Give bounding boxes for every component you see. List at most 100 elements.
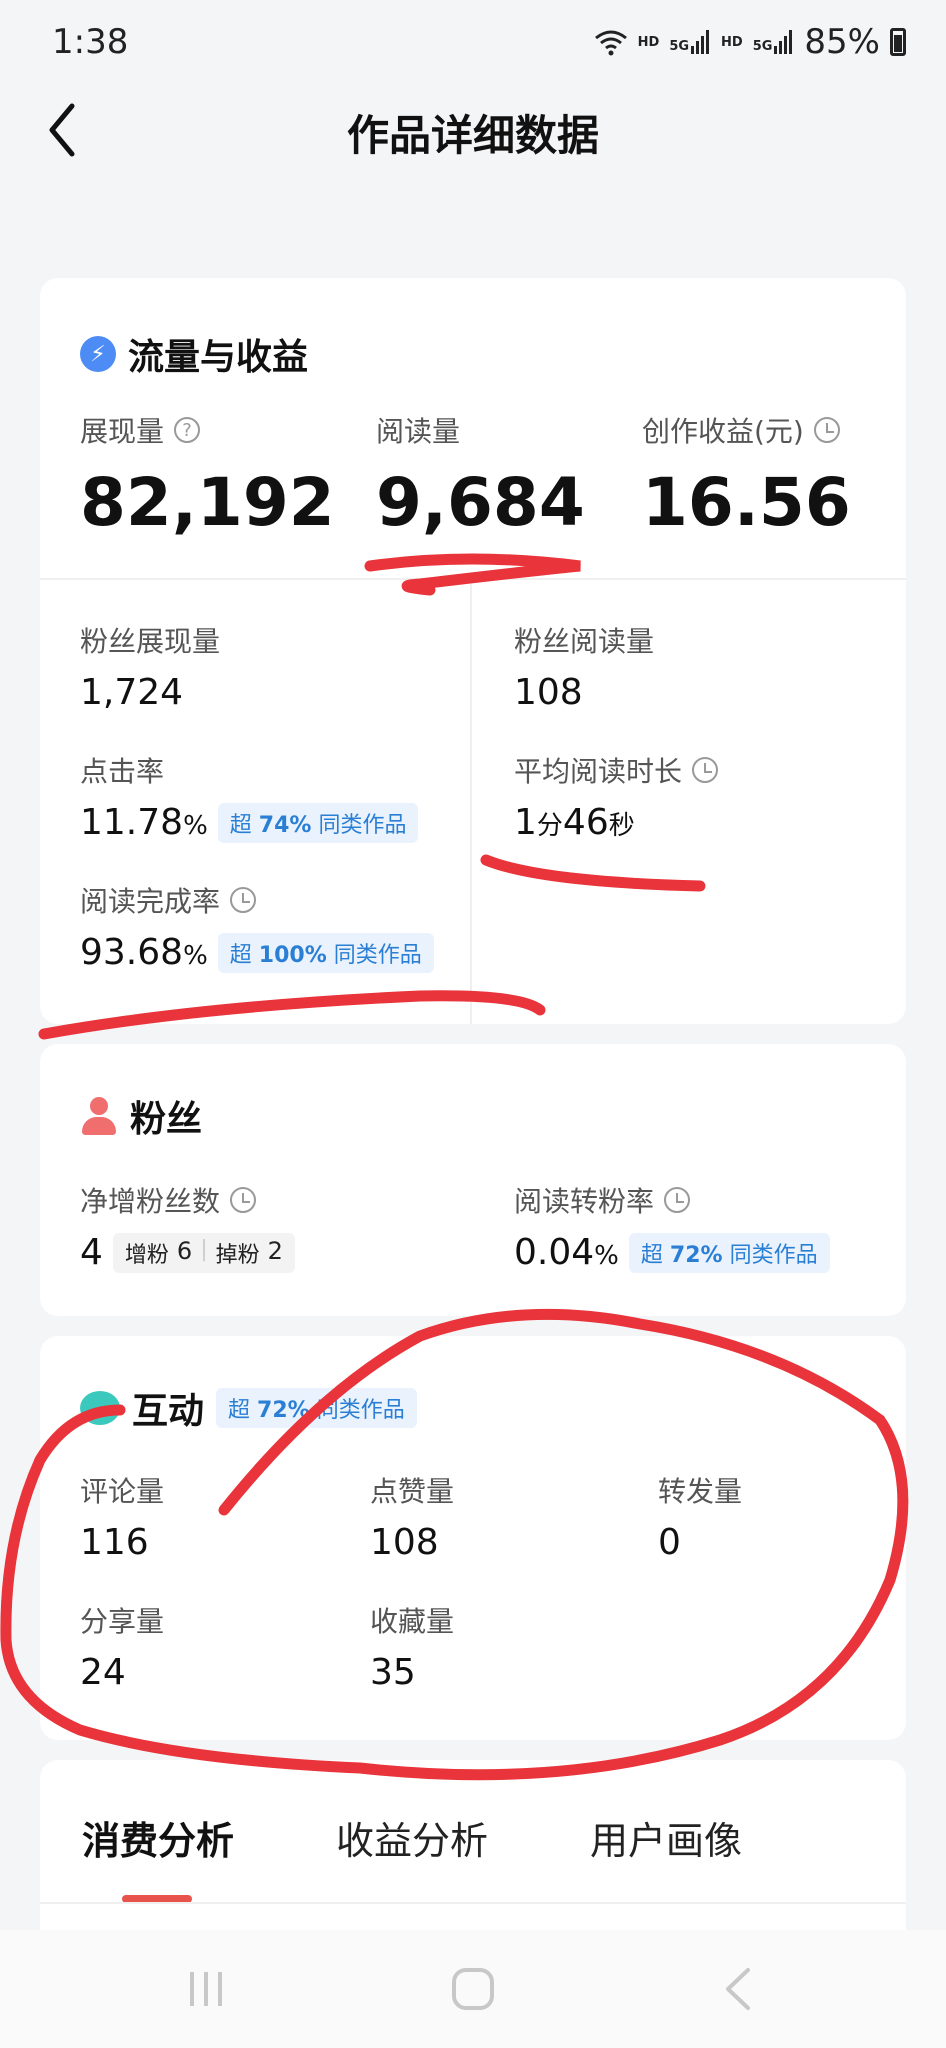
net-fans-stat[interactable]: 净增粉丝数 4 增粉 6 | 掉粉 2	[80, 1180, 295, 1273]
tab-revenue-analysis[interactable]: 收益分析	[336, 1810, 488, 1865]
badge-suffix: 同类作品	[729, 1242, 818, 1268]
read-to-fan-unit: %	[594, 1241, 619, 1271]
completion-stat[interactable]: 阅读完成率 93.68% 超 100% 同类作品	[80, 880, 434, 973]
badge-prefix: 超	[228, 1398, 251, 1423]
battery-percent: 85%	[804, 22, 880, 62]
badge-prefix: 超	[640, 1242, 663, 1268]
badge-prefix: 超	[229, 942, 252, 968]
header: 作品详细数据	[0, 90, 946, 170]
clock-icon[interactable]	[230, 1187, 257, 1213]
revenue-stat[interactable]: 创作收益(元) 16.56	[642, 410, 851, 541]
nav-back-icon[interactable]	[716, 1964, 766, 2014]
badge-suffix: 同类作品	[333, 942, 422, 968]
comments-stat[interactable]: 评论量 116	[80, 1470, 164, 1563]
comments-value: 116	[80, 1522, 149, 1563]
impressions-value: 82,192	[80, 464, 335, 541]
reads-stat[interactable]: 阅读量 9,684	[376, 410, 585, 541]
fan-impressions-stat[interactable]: 粉丝展现量 1,724	[80, 620, 220, 713]
favorites-stat[interactable]: 收藏量 35	[370, 1600, 454, 1693]
recent-apps-icon[interactable]	[182, 1964, 232, 2014]
revenue-value: 16.56	[642, 464, 851, 541]
tab-consumption-analysis[interactable]: 消费分析	[82, 1810, 234, 1865]
network-hd-1: HD	[637, 34, 660, 50]
avg-read-sec: 46	[562, 802, 609, 843]
person-icon	[80, 1097, 118, 1135]
chat-bubble-icon	[80, 1391, 120, 1425]
gain-value: 6	[176, 1236, 193, 1265]
fans-title-text: 粉丝	[130, 1099, 203, 1140]
loss-label: 掉粉	[215, 1242, 260, 1268]
impressions-stat[interactable]: 展现量? 82,192	[80, 410, 335, 541]
analysis-tabs: 消费分析 收益分析 用户画像	[40, 1760, 906, 1930]
reposts-label: 转发量	[658, 1475, 743, 1508]
reads-label: 阅读量	[376, 415, 461, 448]
help-icon[interactable]: ?	[174, 417, 201, 443]
clock-icon[interactable]	[692, 757, 719, 783]
read-to-fan-stat[interactable]: 阅读转粉率 0.04% 超 72% 同类作品	[514, 1180, 830, 1273]
lightning-icon: ⚡	[80, 336, 116, 372]
net-fans-label: 净增粉丝数	[80, 1185, 221, 1218]
signal-icon	[774, 30, 793, 54]
gain-loss-box: 增粉 6 | 掉粉 2	[112, 1232, 295, 1273]
traffic-card: ⚡ 流量与收益 展现量? 82,192 阅读量 9,684 创作收益(元) 16…	[40, 278, 906, 1024]
fans-section-title: 粉丝	[80, 1090, 202, 1142]
divider	[40, 578, 906, 580]
badge-suffix: 同类作品	[318, 812, 407, 838]
interaction-badge: 超 72% 同类作品	[216, 1388, 417, 1428]
status-bar: 1:38 HD 5G HD 5G 85%	[0, 0, 946, 90]
fans-card: 粉丝 净增粉丝数 4 增粉 6 | 掉粉 2 阅读转粉率 0.04% 超 72% 同…	[40, 1044, 906, 1316]
badge-suffix: 同类作品	[316, 1398, 405, 1423]
shares-label: 分享量	[80, 1605, 165, 1638]
ctr-badge: 超 74% 同类作品	[217, 802, 419, 843]
home-icon[interactable]	[448, 1964, 498, 2014]
fan-reads-stat[interactable]: 粉丝阅读量 108	[514, 620, 654, 713]
likes-stat[interactable]: 点赞量 108	[370, 1470, 454, 1563]
clock-icon[interactable]	[813, 417, 840, 443]
gain-label: 增粉	[124, 1242, 169, 1268]
badge-pct: 74%	[258, 812, 312, 838]
sec-unit: 秒	[608, 811, 635, 841]
likes-value: 108	[370, 1522, 439, 1563]
likes-label: 点赞量	[370, 1475, 455, 1508]
clock-icon[interactable]	[230, 887, 257, 913]
ctr-unit: %	[183, 811, 208, 841]
reads-value: 9,684	[376, 464, 585, 541]
completion-unit: %	[183, 941, 208, 971]
status-time: 1:38	[52, 22, 129, 62]
reposts-stat[interactable]: 转发量 0	[658, 1470, 742, 1563]
divider	[40, 1902, 906, 1904]
impressions-label: 展现量	[80, 415, 165, 448]
read-to-fan-badge: 超 72% 同类作品	[628, 1232, 830, 1273]
favorites-value: 35	[370, 1652, 416, 1693]
clock-icon[interactable]	[664, 1187, 691, 1213]
interaction-section-title: 互动 超 72% 同类作品	[80, 1382, 417, 1434]
shares-stat[interactable]: 分享量 24	[80, 1600, 164, 1693]
page-title: 作品详细数据	[346, 111, 599, 160]
divider	[470, 580, 472, 1024]
revenue-label: 创作收益(元)	[642, 415, 804, 448]
fan-impressions-label: 粉丝展现量	[80, 625, 221, 658]
loss-value: 2	[267, 1236, 283, 1265]
reposts-value: 0	[658, 1522, 681, 1563]
status-icons: HD 5G HD 5G 85%	[594, 22, 906, 62]
network-5g-2: 5G	[752, 39, 773, 54]
network-hd-2: HD	[721, 34, 743, 50]
ctr-stat[interactable]: 点击率 11.78% 超 74% 同类作品	[80, 750, 419, 843]
tab-user-profile[interactable]: 用户画像	[590, 1810, 742, 1865]
signal-icon	[691, 30, 710, 54]
fan-impressions-value: 1,724	[80, 672, 184, 713]
min-unit: 分	[536, 811, 563, 841]
badge-pct: 100%	[258, 942, 327, 968]
interaction-card: 互动 超 72% 同类作品 评论量 116 点赞量 108 转发量 0 分享量 …	[40, 1336, 906, 1740]
avg-read-time-stat[interactable]: 平均阅读时长 1分46秒	[514, 750, 719, 843]
read-to-fan-label: 阅读转粉率	[514, 1185, 655, 1218]
system-nav-bar	[0, 1930, 946, 2048]
completion-badge: 超 100% 同类作品	[217, 932, 434, 973]
avg-read-min: 1	[514, 802, 537, 843]
badge-pct: 72%	[257, 1398, 310, 1423]
net-fans-value: 4	[80, 1232, 103, 1273]
traffic-title-text: 流量与收益	[128, 337, 309, 378]
favorites-label: 收藏量	[370, 1605, 455, 1638]
shares-value: 24	[80, 1652, 126, 1693]
fan-reads-value: 108	[514, 672, 583, 713]
